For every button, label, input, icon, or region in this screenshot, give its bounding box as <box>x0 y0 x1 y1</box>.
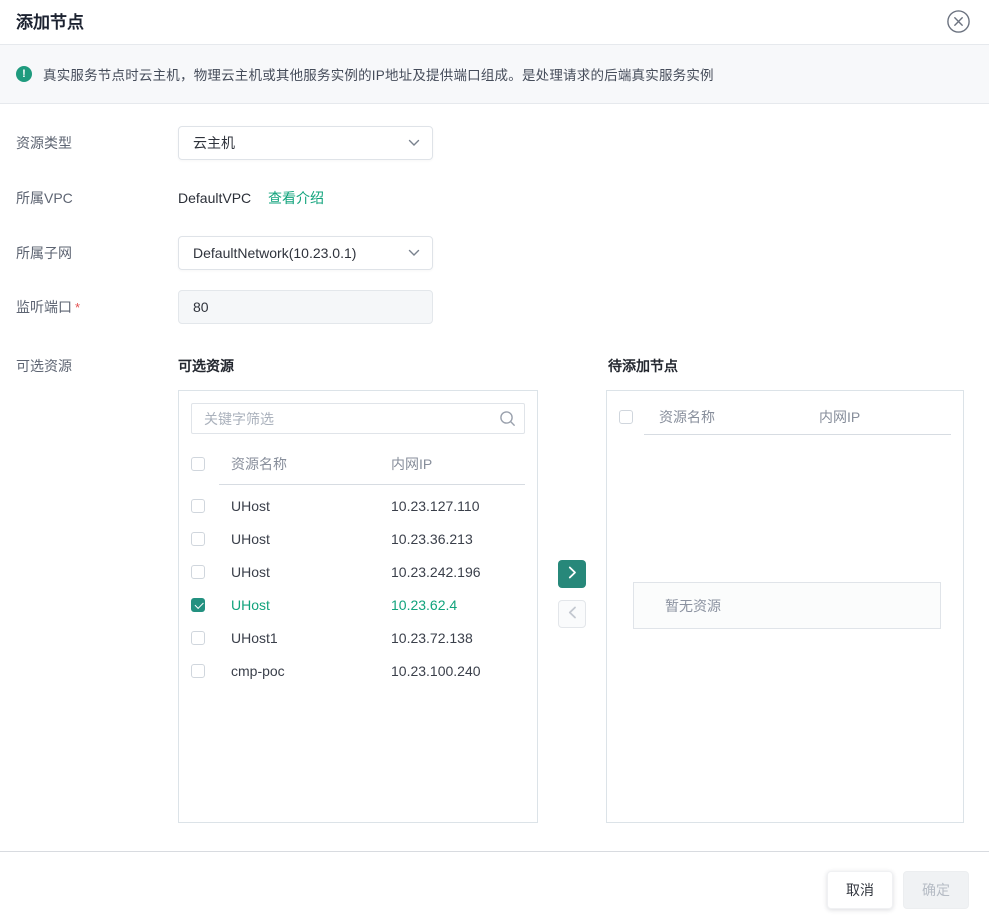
row-resource-name: UHost1 <box>231 630 391 646</box>
resource-rows: UHost 10.23.127.110 UHost 10.23.36.213 U… <box>191 489 525 687</box>
row-internal-ip: 10.23.242.196 <box>391 564 525 580</box>
left-table-header: 资源名称 内网IP <box>191 454 525 474</box>
pending-nodes-panel: 资源名称 内网IP 暂无资源 <box>606 390 964 823</box>
column-header-ip: 内网IP <box>391 454 525 474</box>
row-internal-ip: 10.23.36.213 <box>391 531 525 547</box>
table-row[interactable]: UHost 10.23.242.196 <box>191 555 525 588</box>
row-internal-ip: 10.23.100.240 <box>391 663 525 679</box>
select-all-checkbox[interactable] <box>619 410 633 424</box>
row-internal-ip: 10.23.62.4 <box>391 597 525 613</box>
vpc-label: 所属VPC <box>16 189 73 207</box>
table-row[interactable]: UHost 10.23.62.4 <box>191 588 525 621</box>
chevron-left-icon <box>568 606 577 622</box>
resource-type-value: 云主机 <box>193 133 408 153</box>
listen-port-label: 监听端口* <box>16 290 80 324</box>
close-icon <box>947 21 970 36</box>
table-row[interactable]: cmp-poc 10.23.100.240 <box>191 654 525 687</box>
subnet-label: 所属子网 <box>16 236 72 270</box>
cancel-button[interactable]: 取消 <box>827 871 893 909</box>
move-right-button[interactable] <box>558 560 586 588</box>
move-left-button[interactable] <box>558 600 586 628</box>
column-header-name: 资源名称 <box>659 407 819 427</box>
resource-type-label: 资源类型 <box>16 126 72 160</box>
table-header-divider <box>644 434 951 435</box>
resource-type-select[interactable]: 云主机 <box>178 126 433 160</box>
table-header-divider <box>219 484 525 485</box>
resources-label: 可选资源 <box>16 357 72 375</box>
select-all-checkbox[interactable] <box>191 457 205 471</box>
dialog-title: 添加节点 <box>16 12 84 34</box>
subnet-value: DefaultNetwork(10.23.0.1) <box>193 245 408 261</box>
row-resource-name: UHost <box>231 564 391 580</box>
info-banner: ! 真实服务节点时云主机，物理云主机或其他服务实例的IP地址及提供端口组成。是处… <box>0 45 989 104</box>
row-checkbox[interactable] <box>191 532 205 546</box>
table-row[interactable]: UHost 10.23.127.110 <box>191 489 525 522</box>
row-checkbox[interactable] <box>191 565 205 579</box>
row-internal-ip: 10.23.72.138 <box>391 630 525 646</box>
search-icon <box>499 410 516 432</box>
info-icon: ! <box>16 66 32 82</box>
available-resources-panel: 资源名称 内网IP UHost 10.23.127.110 UHost 10.2… <box>178 390 538 823</box>
row-resource-name: UHost <box>231 597 391 613</box>
required-asterisk: * <box>75 300 80 315</box>
chevron-down-icon <box>408 244 420 262</box>
close-button[interactable] <box>947 10 970 33</box>
listen-port-input[interactable] <box>178 290 433 324</box>
table-row[interactable]: UHost 10.23.36.213 <box>191 522 525 555</box>
row-checkbox[interactable] <box>191 664 205 678</box>
row-checkbox[interactable] <box>191 499 205 513</box>
row-checkbox[interactable] <box>191 598 205 612</box>
confirm-button[interactable]: 确定 <box>903 871 969 909</box>
subnet-select[interactable]: DefaultNetwork(10.23.0.1) <box>178 236 433 270</box>
search-input[interactable] <box>191 403 525 434</box>
column-header-ip: 内网IP <box>819 407 951 427</box>
footer-divider <box>0 851 989 852</box>
row-resource-name: UHost <box>231 531 391 547</box>
right-table-header: 资源名称 内网IP <box>619 403 951 431</box>
empty-state: 暂无资源 <box>633 582 941 629</box>
banner-text: 真实服务节点时云主机，物理云主机或其他服务实例的IP地址及提供端口组成。是处理请… <box>43 64 714 84</box>
left-panel-title: 可选资源 <box>178 357 234 375</box>
row-checkbox[interactable] <box>191 631 205 645</box>
vpc-value: DefaultVPC <box>178 189 251 207</box>
right-panel-title: 待添加节点 <box>608 357 678 375</box>
row-internal-ip: 10.23.127.110 <box>391 498 525 514</box>
column-header-name: 资源名称 <box>231 454 391 474</box>
row-resource-name: UHost <box>231 498 391 514</box>
row-resource-name: cmp-poc <box>231 663 391 679</box>
chevron-right-icon <box>568 566 577 582</box>
table-row[interactable]: UHost1 10.23.72.138 <box>191 621 525 654</box>
chevron-down-icon <box>408 134 420 152</box>
vpc-detail-link[interactable]: 查看介绍 <box>268 189 324 207</box>
